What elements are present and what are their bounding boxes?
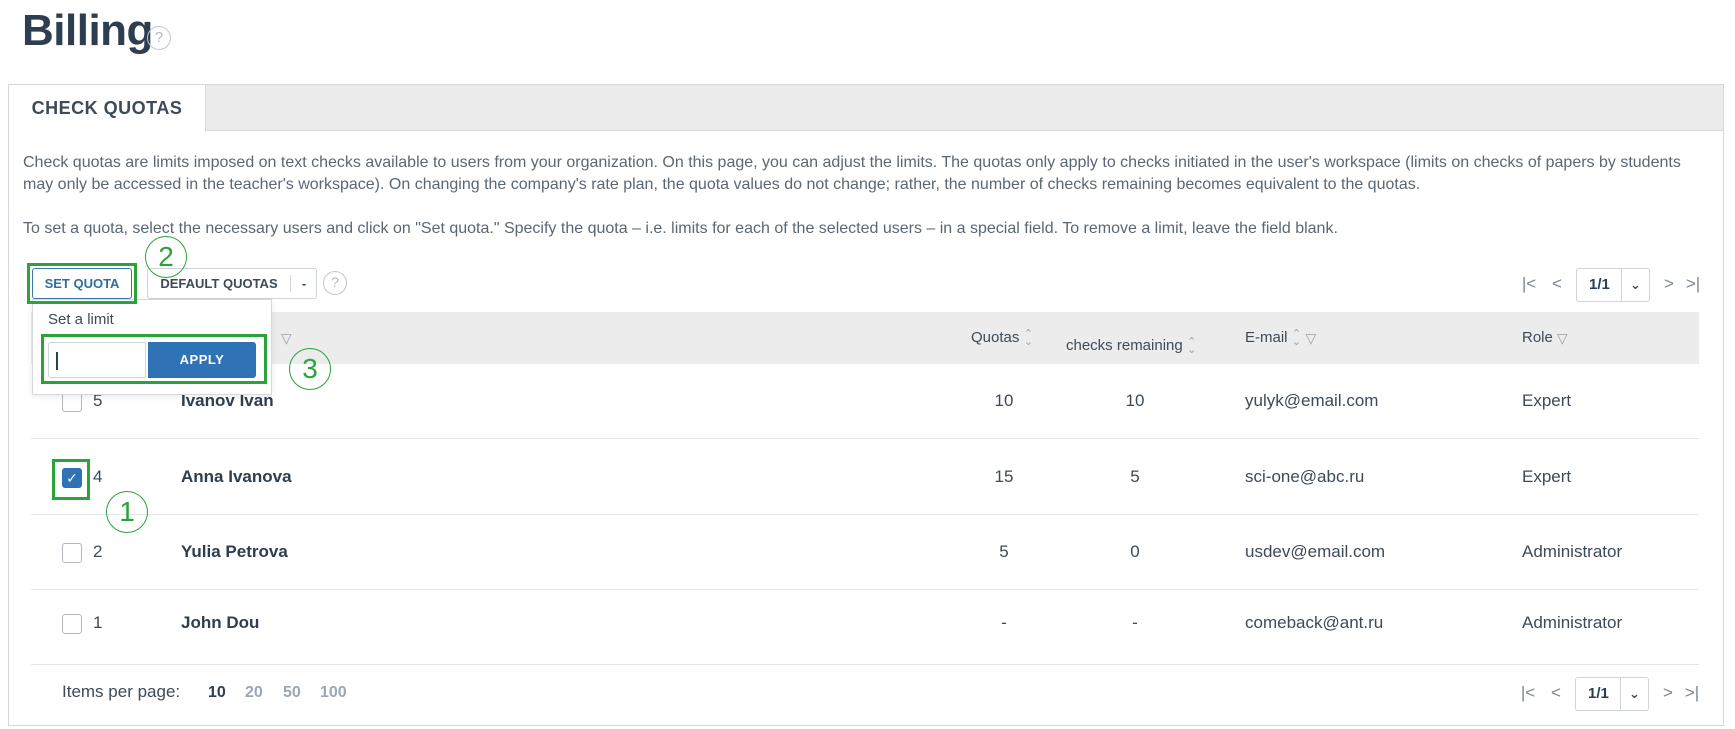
page-select[interactable]: 1/1 ⌄ bbox=[1575, 677, 1649, 711]
name-filter-icon[interactable]: ▽ bbox=[277, 312, 292, 364]
row-id: 1 bbox=[93, 613, 103, 632]
sort-icon[interactable]: ⌃ ⌄ bbox=[1292, 329, 1302, 348]
row-role: Expert bbox=[1522, 467, 1572, 486]
help-icon[interactable]: ? bbox=[147, 26, 171, 50]
page-title: Billing bbox=[22, 6, 153, 55]
column-label: checks remaining bbox=[1066, 337, 1183, 354]
description-paragraph: Check quotas are limits imposed on text … bbox=[23, 154, 1681, 193]
tab-bar: CHECK QUOTAS bbox=[9, 85, 1723, 132]
help-icon[interactable]: ? bbox=[323, 271, 347, 295]
filter-icon[interactable]: ▽ bbox=[1306, 312, 1317, 364]
row-email: usdev@email.com bbox=[1245, 542, 1386, 561]
row-checks-remaining: 5 bbox=[1130, 467, 1140, 486]
items-per-page-option[interactable]: 100 bbox=[320, 684, 347, 702]
row-checkbox[interactable] bbox=[62, 392, 82, 412]
row-name: Yulia Petrova bbox=[181, 542, 288, 561]
row-quotas: 5 bbox=[999, 542, 1009, 561]
column-header-email[interactable]: E-mail ⌃ ⌄ ▽ bbox=[1245, 312, 1316, 364]
column-header-quotas[interactable]: Quotas ⌃ ⌄ bbox=[971, 312, 1033, 364]
row-name: John Dou bbox=[181, 613, 260, 632]
items-per-page-option[interactable]: 50 bbox=[283, 684, 301, 702]
highlight-set-quota bbox=[27, 263, 137, 304]
row-quotas: 10 bbox=[994, 391, 1014, 410]
sort-icon[interactable]: ⌃ ⌄ bbox=[1023, 329, 1033, 348]
items-per-page-label: Items per page: bbox=[62, 682, 181, 701]
chevron-down-icon[interactable]: ⌄ bbox=[1620, 678, 1648, 710]
row-name: Anna Ivanova bbox=[181, 467, 292, 486]
step-marker-3: 3 bbox=[289, 348, 331, 390]
step-marker-2: 2 bbox=[145, 236, 187, 278]
page-display: 1/1 bbox=[1589, 276, 1610, 293]
row-id: 4 bbox=[93, 467, 103, 486]
row-quotas: 15 bbox=[994, 467, 1014, 486]
page-display: 1/1 bbox=[1588, 685, 1609, 702]
row-checks-remaining: 0 bbox=[1130, 542, 1140, 561]
sort-icon[interactable]: ⌃ ⌄ bbox=[1187, 337, 1197, 356]
column-header-role[interactable]: Role ▽ bbox=[1522, 312, 1568, 364]
row-checkbox[interactable] bbox=[62, 543, 82, 563]
next-page-icon[interactable]: > bbox=[1657, 677, 1679, 709]
column-label: Role bbox=[1522, 329, 1553, 346]
row-email: sci-one@abc.ru bbox=[1245, 467, 1365, 486]
filter-icon[interactable]: ▽ bbox=[1557, 312, 1568, 364]
chevron-down-icon[interactable]: ⌄ bbox=[1621, 269, 1649, 301]
tab-check-quotas[interactable]: CHECK QUOTAS bbox=[9, 85, 206, 132]
column-label: Quotas bbox=[971, 329, 1020, 346]
default-quotas-value[interactable]: - bbox=[291, 269, 317, 298]
step-marker-1: 1 bbox=[106, 491, 148, 533]
items-per-page-option[interactable]: 10 bbox=[208, 684, 226, 702]
row-role: Administrator bbox=[1522, 542, 1623, 561]
set-limit-label: Set a limit bbox=[48, 311, 114, 328]
items-per-page-option[interactable]: 20 bbox=[245, 684, 263, 702]
table-row[interactable]: 2 Yulia Petrova 5 0 usdev@email.com Admi… bbox=[31, 515, 1699, 590]
last-page-icon[interactable]: >| bbox=[1682, 268, 1704, 300]
column-label: E-mail bbox=[1245, 329, 1288, 346]
table-row[interactable]: 1 John Dou - - comeback@ant.ru Administr… bbox=[31, 590, 1699, 665]
highlight-limit-input bbox=[41, 334, 267, 384]
row-checkbox[interactable] bbox=[62, 614, 82, 634]
row-email: comeback@ant.ru bbox=[1245, 613, 1384, 632]
pagination-top: |< < 1/1 ⌄ > >| bbox=[1518, 268, 1700, 302]
row-role: Expert bbox=[1522, 391, 1572, 410]
first-page-icon[interactable]: |< bbox=[1517, 677, 1539, 709]
last-page-icon[interactable]: >| bbox=[1681, 677, 1703, 709]
row-checks-remaining: - bbox=[1132, 613, 1138, 632]
highlight-checkbox bbox=[52, 459, 90, 500]
prev-page-icon[interactable]: < bbox=[1545, 677, 1567, 709]
first-page-icon[interactable]: |< bbox=[1518, 268, 1540, 300]
row-quotas: - bbox=[1001, 613, 1007, 632]
instruction-paragraph: To set a quota, select the necessary use… bbox=[23, 220, 1338, 237]
table-header: ▽ Quotas ⌃ ⌄ checks remaining ⌃ ⌄ E-mail ⌃ ⌄ ▽ … bbox=[31, 312, 1699, 364]
prev-page-icon[interactable]: < bbox=[1546, 268, 1568, 300]
page-select[interactable]: 1/1 ⌄ bbox=[1576, 268, 1650, 302]
next-page-icon[interactable]: > bbox=[1658, 268, 1680, 300]
pagination-bottom: |< < 1/1 ⌄ > >| bbox=[1517, 677, 1699, 711]
row-id: 2 bbox=[93, 542, 103, 561]
row-email: yulyk@email.com bbox=[1245, 391, 1379, 410]
row-role: Administrator bbox=[1522, 613, 1623, 632]
table-row[interactable]: 5 Ivanov Ivan 10 10 yulyk@email.com Expe… bbox=[31, 364, 1699, 439]
row-checks-remaining: 10 bbox=[1125, 391, 1145, 410]
table-row[interactable]: ✓ 4 Anna Ivanova 15 5 sci-one@abc.ru Exp… bbox=[31, 440, 1699, 515]
